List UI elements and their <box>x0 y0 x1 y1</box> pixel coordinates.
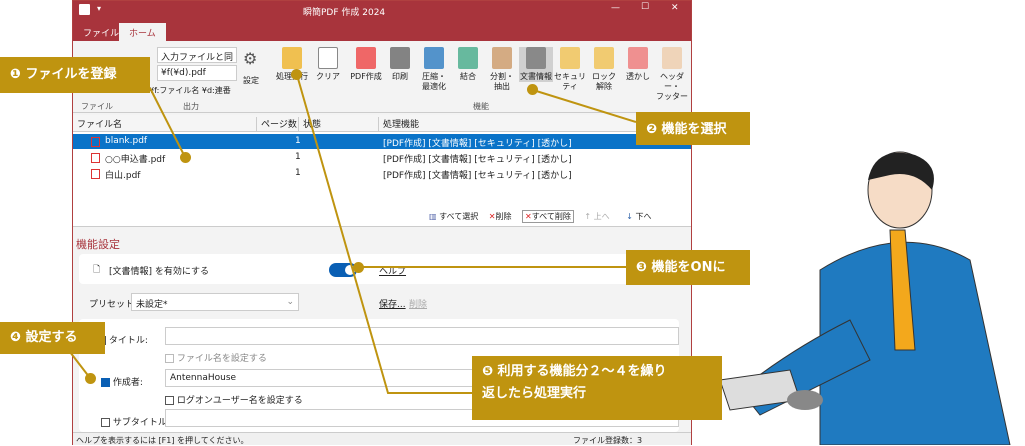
callout-configure: ❹ 設定する <box>0 322 105 354</box>
callout-dot <box>180 152 191 163</box>
callout-dot <box>85 373 96 384</box>
callout-dot <box>353 262 364 273</box>
callout-dot <box>527 84 538 95</box>
callout-dot <box>291 69 302 80</box>
callout-turn-on: ❸ 機能をONに <box>626 250 750 285</box>
callout-register-file: ❶ ファイルを登録 <box>0 57 150 93</box>
callout-select-function: ❷ 機能を選択 <box>636 112 750 145</box>
callout-repeat-line1: ❺ 利用する機能分２～４を繰り <box>482 364 667 379</box>
callout-repeat-run: ❺ 利用する機能分２～４を繰り 返したら処理実行 <box>472 356 722 420</box>
callout-repeat-line2: 返したら処理実行 <box>482 386 587 401</box>
